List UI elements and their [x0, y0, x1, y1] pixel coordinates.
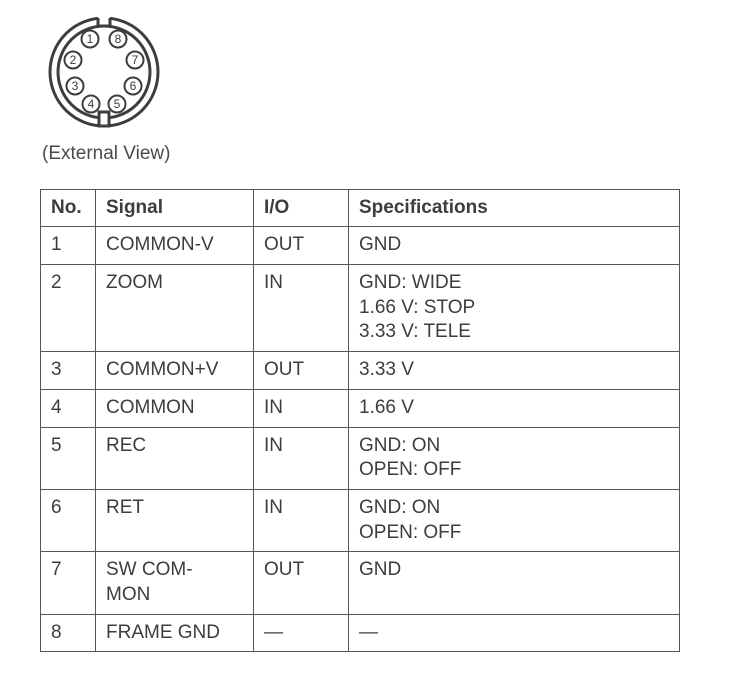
- connector-diagram: 1 8 2 7 3: [44, 12, 715, 132]
- table-row: 1COMMON-VOUTGND: [41, 227, 680, 265]
- cell-signal: ZOOM: [96, 265, 254, 352]
- connector-caption: (External View): [42, 142, 715, 167]
- table-row: 2ZOOMINGND: WIDE1.66 V: STOP3.33 V: TELE: [41, 265, 680, 352]
- pin-7: 7: [127, 52, 144, 69]
- cell-spec: GND: [349, 552, 680, 614]
- table-row: 4COMMONIN1.66 V: [41, 389, 680, 427]
- cell-io: OUT: [254, 352, 349, 390]
- pin-2: 2: [65, 52, 82, 69]
- table-header-row: No. Signal I/O Specifications: [41, 189, 680, 227]
- cell-io: IN: [254, 427, 349, 489]
- pin-4-label: 4: [88, 97, 95, 111]
- pin-1-label: 1: [87, 32, 94, 46]
- pinout-table: No. Signal I/O Specifications 1COMMON-VO…: [40, 189, 680, 653]
- table-row: 5RECINGND: ONOPEN: OFF: [41, 427, 680, 489]
- cell-io: OUT: [254, 227, 349, 265]
- cell-io: IN: [254, 265, 349, 352]
- cell-signal: COMMON+V: [96, 352, 254, 390]
- pin-3-label: 3: [72, 79, 79, 93]
- pin-8-label: 8: [115, 32, 122, 46]
- pin-4: 4: [83, 96, 100, 113]
- table-row: 6RETINGND: ONOPEN: OFF: [41, 489, 680, 551]
- cell-spec: GND: WIDE1.66 V: STOP3.33 V: TELE: [349, 265, 680, 352]
- col-no: No.: [41, 189, 96, 227]
- pin-1: 1: [82, 31, 99, 48]
- cell-signal: COMMON: [96, 389, 254, 427]
- pin-3: 3: [67, 78, 84, 95]
- pin-2-label: 2: [70, 53, 77, 67]
- cell-no: 6: [41, 489, 96, 551]
- cell-spec: GND: ONOPEN: OFF: [349, 489, 680, 551]
- cell-signal: SW COM-MON: [96, 552, 254, 614]
- pin-6-label: 6: [130, 79, 137, 93]
- pin-5-label: 5: [114, 97, 121, 111]
- cell-no: 2: [41, 265, 96, 352]
- cell-spec: GND: ONOPEN: OFF: [349, 427, 680, 489]
- col-signal: Signal: [96, 189, 254, 227]
- table-row: 3COMMON+VOUT3.33 V: [41, 352, 680, 390]
- cell-no: 1: [41, 227, 96, 265]
- cell-no: 4: [41, 389, 96, 427]
- cell-signal: FRAME GND: [96, 614, 254, 652]
- col-io: I/O: [254, 189, 349, 227]
- cell-no: 8: [41, 614, 96, 652]
- cell-spec: 1.66 V: [349, 389, 680, 427]
- cell-signal: COMMON-V: [96, 227, 254, 265]
- cell-io: OUT: [254, 552, 349, 614]
- pin-6: 6: [125, 78, 142, 95]
- cell-signal: REC: [96, 427, 254, 489]
- pin-5: 5: [109, 96, 126, 113]
- cell-no: 5: [41, 427, 96, 489]
- table-row: 7SW COM-MONOUTGND: [41, 552, 680, 614]
- cell-signal: RET: [96, 489, 254, 551]
- col-spec: Specifications: [349, 189, 680, 227]
- cell-no: 3: [41, 352, 96, 390]
- cell-spec: GND: [349, 227, 680, 265]
- cell-io: IN: [254, 389, 349, 427]
- cell-io: IN: [254, 489, 349, 551]
- cell-io: —: [254, 614, 349, 652]
- pin-7-label: 7: [132, 53, 139, 67]
- cell-spec: 3.33 V: [349, 352, 680, 390]
- table-row: 8FRAME GND——: [41, 614, 680, 652]
- cell-spec: —: [349, 614, 680, 652]
- connector-icon: 1 8 2 7 3: [44, 12, 164, 132]
- pin-8: 8: [110, 31, 127, 48]
- cell-no: 7: [41, 552, 96, 614]
